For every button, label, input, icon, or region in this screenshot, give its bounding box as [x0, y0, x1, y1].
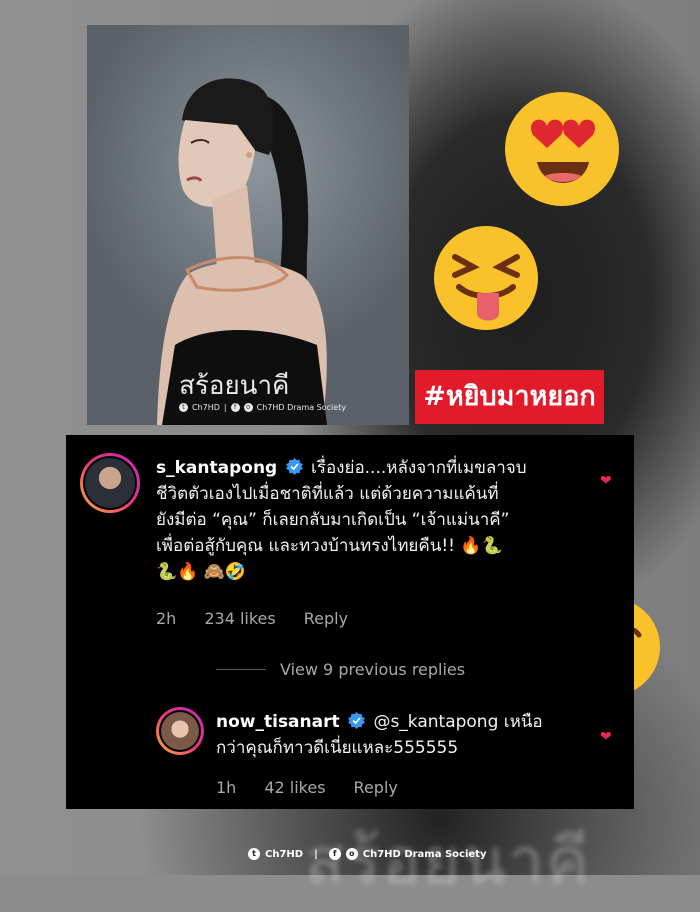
- heart-icon[interactable]: ❤: [600, 473, 612, 489]
- reply-likes[interactable]: 42 likes: [264, 778, 325, 797]
- tongue-out-emoji-icon: [434, 226, 538, 330]
- poster-credit-society: Ch7HD Drama Society: [256, 403, 347, 412]
- verified-badge-icon: [285, 458, 303, 475]
- reply-button[interactable]: Reply: [304, 609, 348, 628]
- poster-credit: t Ch7HD | f o Ch7HD Drama Society: [179, 403, 346, 412]
- avatar[interactable]: [80, 453, 140, 513]
- comment-line: ยังมีต่อ “คุณ” ก็เลยกลับมาเกิดเป็น “เจ้า…: [156, 510, 510, 530]
- view-replies-button[interactable]: View 9 previous replies: [216, 660, 465, 679]
- hashtag-banner: #หยิบมาหยอก: [415, 370, 604, 424]
- poster-title: สร้อยนาคี: [179, 371, 290, 401]
- comment-panel: s_kantapong เรื่องย่อ....หลังจากที่เมขลา…: [66, 435, 634, 809]
- footer-credits: t Ch7HD | f o Ch7HD Drama Society: [248, 848, 486, 860]
- footer-society: Ch7HD Drama Society: [362, 848, 487, 860]
- facebook-icon: f: [328, 848, 341, 860]
- comment-text: s_kantapong เรื่องย่อ....หลังจากที่เมขลา…: [156, 455, 596, 585]
- reply-button[interactable]: Reply: [354, 778, 398, 797]
- comment-line: เพื่อต่อสู้กับคุณ และทวงบ้านทรงไทยคืน!! …: [156, 536, 503, 556]
- reply-time: 1h: [216, 778, 237, 797]
- comment-time: 2h: [156, 609, 177, 628]
- reply-meta: 1h 42 likes Reply: [216, 778, 426, 797]
- background-title-text: สร้อยนาคี: [305, 825, 591, 899]
- facebook-icon: f: [230, 403, 240, 412]
- comment-meta: 2h 234 likes Reply: [156, 609, 376, 628]
- comment-line: 🐍🔥 🙈🤣: [156, 562, 247, 582]
- instagram-icon: o: [345, 848, 358, 860]
- twitter-icon: t: [248, 848, 260, 860]
- reply-avatar[interactable]: [156, 707, 204, 755]
- reply-line: กว่าคุณก็ทาวดีเนี่ยแหละ555555: [216, 738, 459, 758]
- view-replies-label: View 9 previous replies: [280, 660, 466, 679]
- verified-badge-icon: [348, 712, 366, 729]
- reply-username[interactable]: now_tisanart: [216, 712, 340, 732]
- reply-text: now_tisanart @s_kantapong เหนือ กว่าคุณก…: [216, 709, 606, 761]
- drama-poster: สร้อยนาคี t Ch7HD | f o Ch7HD Drama Soci…: [87, 25, 409, 425]
- heart-eyes-emoji-icon: [505, 92, 619, 206]
- poster-credit-ch: Ch7HD: [192, 403, 220, 412]
- divider-line: [216, 669, 266, 670]
- footer-ch: Ch7HD: [265, 848, 304, 860]
- comment-line: ชีวิตตัวเองไปเมื่อชาติที่แล้ว แต่ด้วยควา…: [156, 484, 499, 504]
- comment-likes[interactable]: 234 likes: [204, 609, 275, 628]
- instagram-icon: o: [243, 403, 253, 412]
- comment-line: เรื่องย่อ....หลังจากที่เมขลาจบ: [311, 458, 527, 478]
- twitter-icon: t: [179, 403, 188, 412]
- reply-line: @s_kantapong เหนือ: [373, 712, 543, 732]
- comment-username[interactable]: s_kantapong: [156, 458, 277, 478]
- heart-icon[interactable]: ❤: [600, 729, 612, 745]
